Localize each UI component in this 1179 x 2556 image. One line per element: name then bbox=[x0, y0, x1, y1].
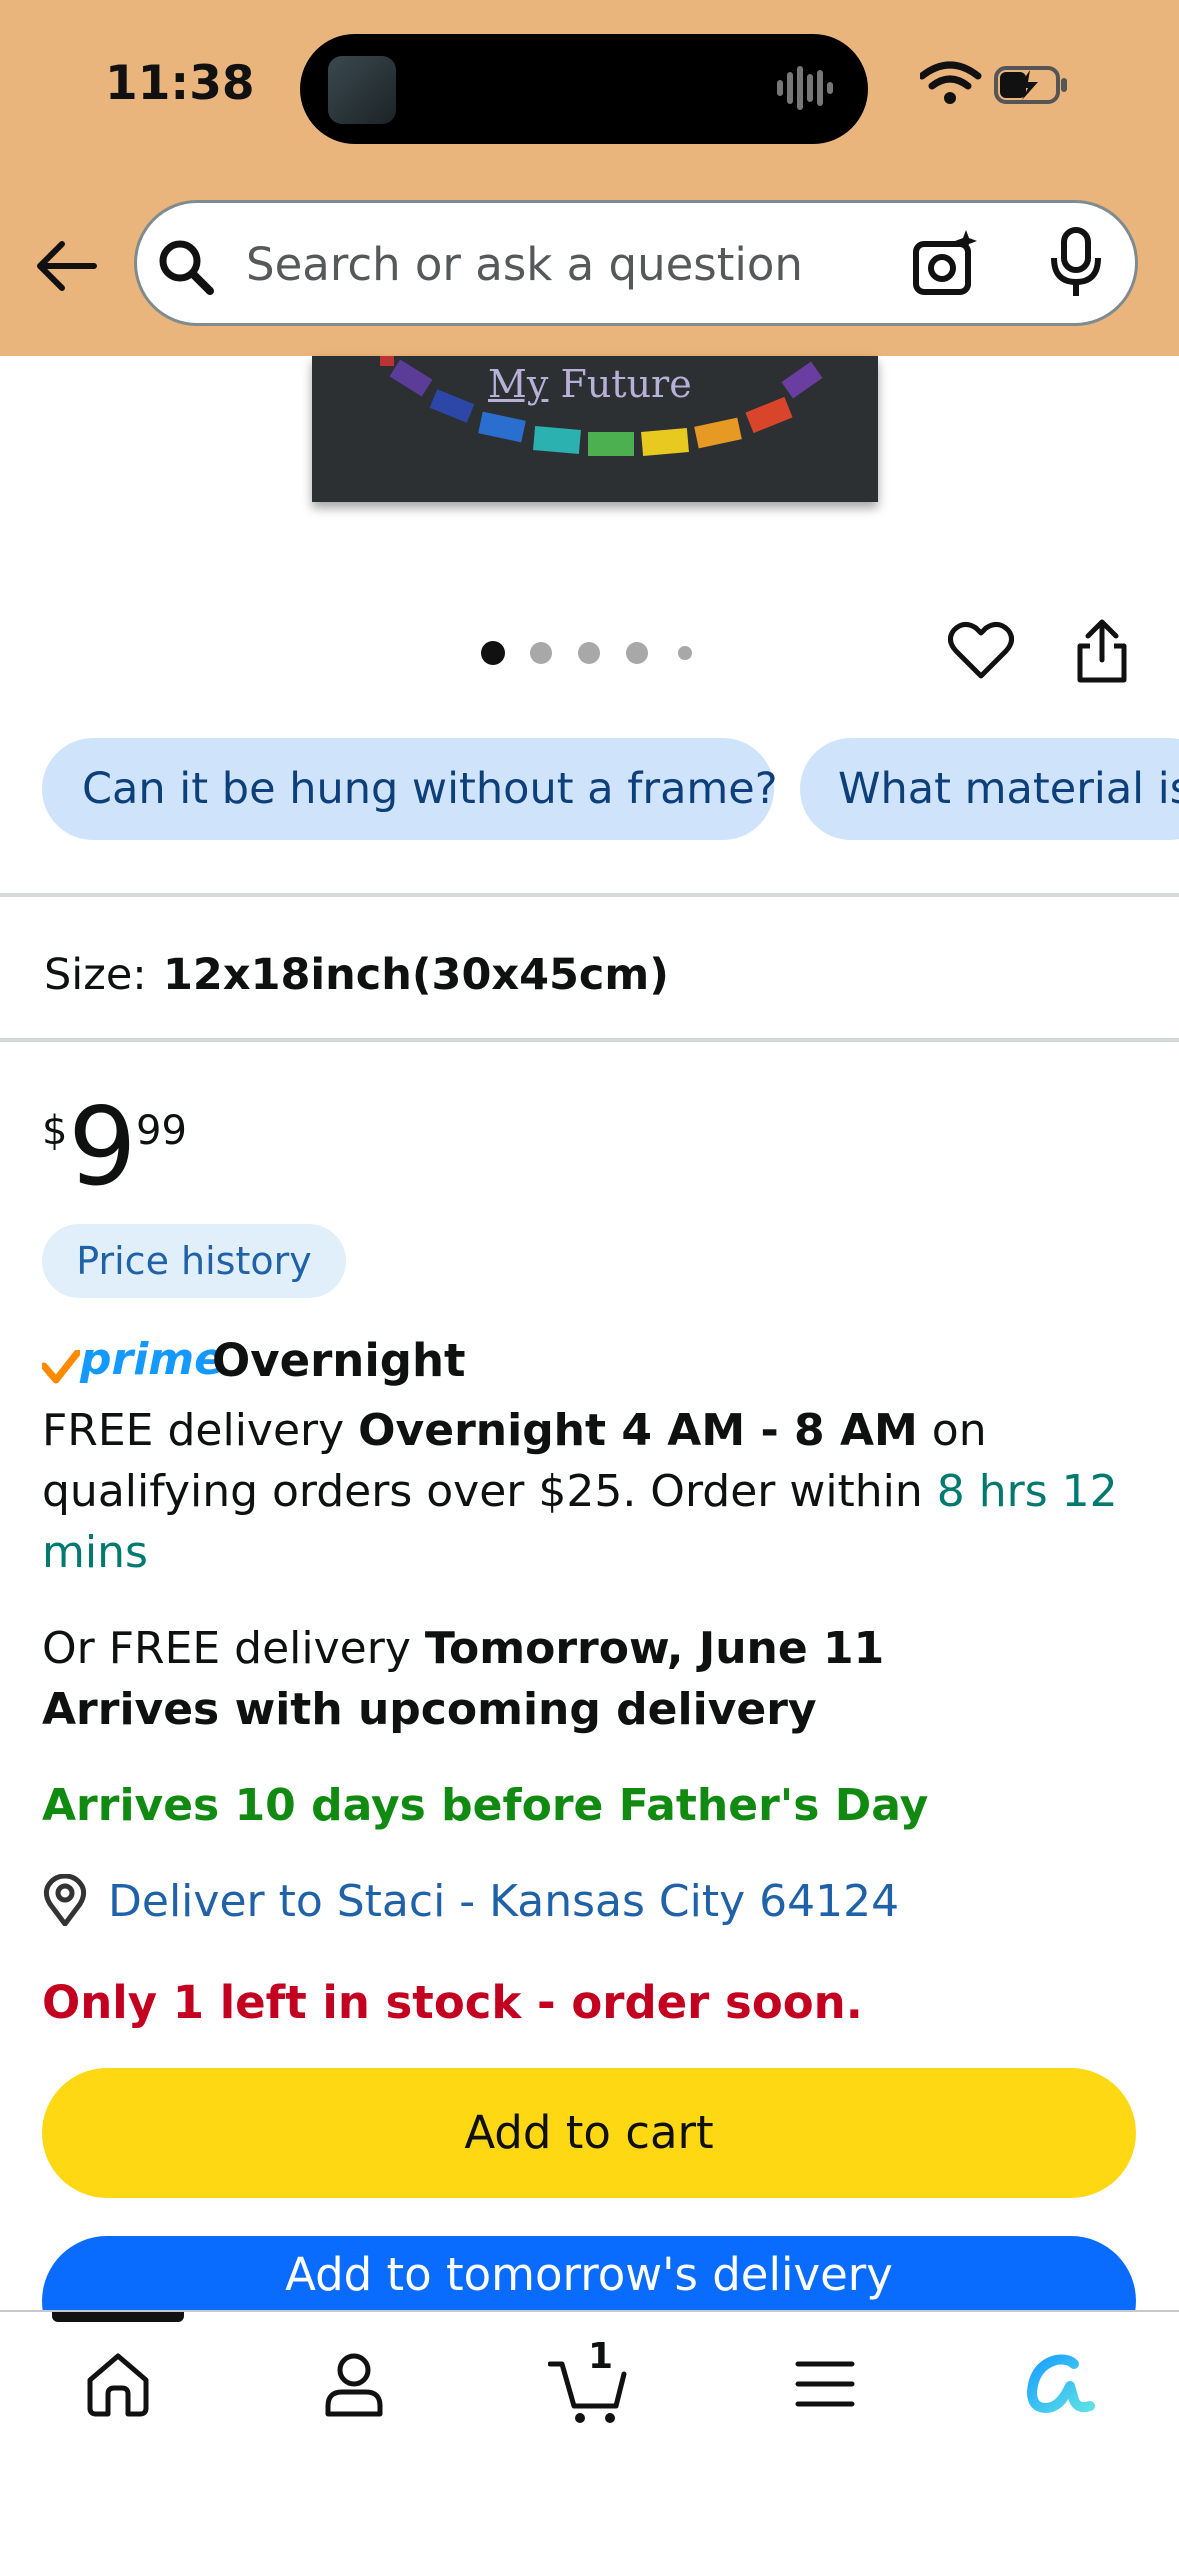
prime-check-icon bbox=[42, 1350, 80, 1384]
carousel-dot[interactable] bbox=[530, 642, 552, 664]
divider bbox=[0, 1038, 1179, 1042]
battery-icon bbox=[994, 66, 1067, 104]
now-playing-thumbnail bbox=[328, 56, 396, 124]
price-history-button[interactable]: Price history bbox=[42, 1224, 346, 1298]
divider bbox=[0, 893, 1179, 897]
add-to-tomorrow-delivery-label: Add to tomorrow's delivery bbox=[285, 2248, 893, 2301]
secondary-delivery-text: Or FREE delivery Tomorrow, June 11 Arriv… bbox=[42, 1623, 885, 1735]
back-arrow-icon[interactable] bbox=[36, 240, 98, 292]
primary-delivery-text: FREE delivery Overnight 4 AM - 8 AM on q… bbox=[42, 1405, 1118, 1578]
home-icon[interactable] bbox=[84, 2350, 152, 2418]
nav-active-indicator bbox=[52, 2312, 184, 2322]
microphone-icon[interactable] bbox=[1048, 226, 1104, 298]
status-time: 11:38 bbox=[105, 56, 255, 111]
audio-wave-icon bbox=[777, 66, 833, 110]
stock-warning: Only 1 left in stock - order soon. bbox=[42, 1976, 863, 2029]
question-chip[interactable]: What material is bbox=[800, 738, 1179, 840]
carousel-dot[interactable] bbox=[626, 642, 648, 664]
price-currency: $ bbox=[42, 1108, 68, 1154]
search-placeholder: Search or ask a question bbox=[246, 238, 803, 291]
fathers-day-note: Arrives 10 days before Father's Day bbox=[42, 1780, 929, 1831]
wishlist-heart-icon[interactable] bbox=[948, 620, 1014, 682]
add-to-cart-button[interactable]: Add to cart bbox=[42, 2068, 1136, 2198]
price-whole: 9 bbox=[68, 1085, 137, 1210]
search-icon bbox=[159, 240, 214, 295]
location-pin-icon bbox=[43, 1874, 87, 1926]
size-value[interactable]: 12x18inch(30x45cm) bbox=[163, 950, 669, 1000]
price-cents: 99 bbox=[136, 1108, 187, 1154]
carousel-dot-active[interactable] bbox=[481, 641, 505, 665]
status-icons bbox=[920, 61, 1067, 104]
share-icon[interactable] bbox=[1074, 616, 1130, 686]
question-chip[interactable]: Can it be hung without a frame? bbox=[42, 738, 778, 840]
prime-logo-text: prime bbox=[80, 1334, 224, 1385]
size-label: Size: bbox=[44, 950, 147, 1000]
deliver-to-link[interactable]: Deliver to Staci - Kansas City 64124 bbox=[108, 1876, 899, 1927]
carousel-dot[interactable] bbox=[678, 646, 692, 660]
carousel-dot[interactable] bbox=[578, 642, 600, 664]
account-icon[interactable] bbox=[320, 2350, 388, 2418]
prime-speed: Overnight bbox=[212, 1334, 466, 1387]
rufus-ai-icon[interactable] bbox=[1024, 2350, 1096, 2418]
product-image-caption: My Future bbox=[488, 362, 692, 406]
camera-search-icon[interactable] bbox=[910, 228, 982, 300]
menu-icon[interactable] bbox=[794, 2350, 856, 2418]
wifi-icon bbox=[920, 61, 982, 104]
cart-icon[interactable] bbox=[548, 2350, 628, 2424]
